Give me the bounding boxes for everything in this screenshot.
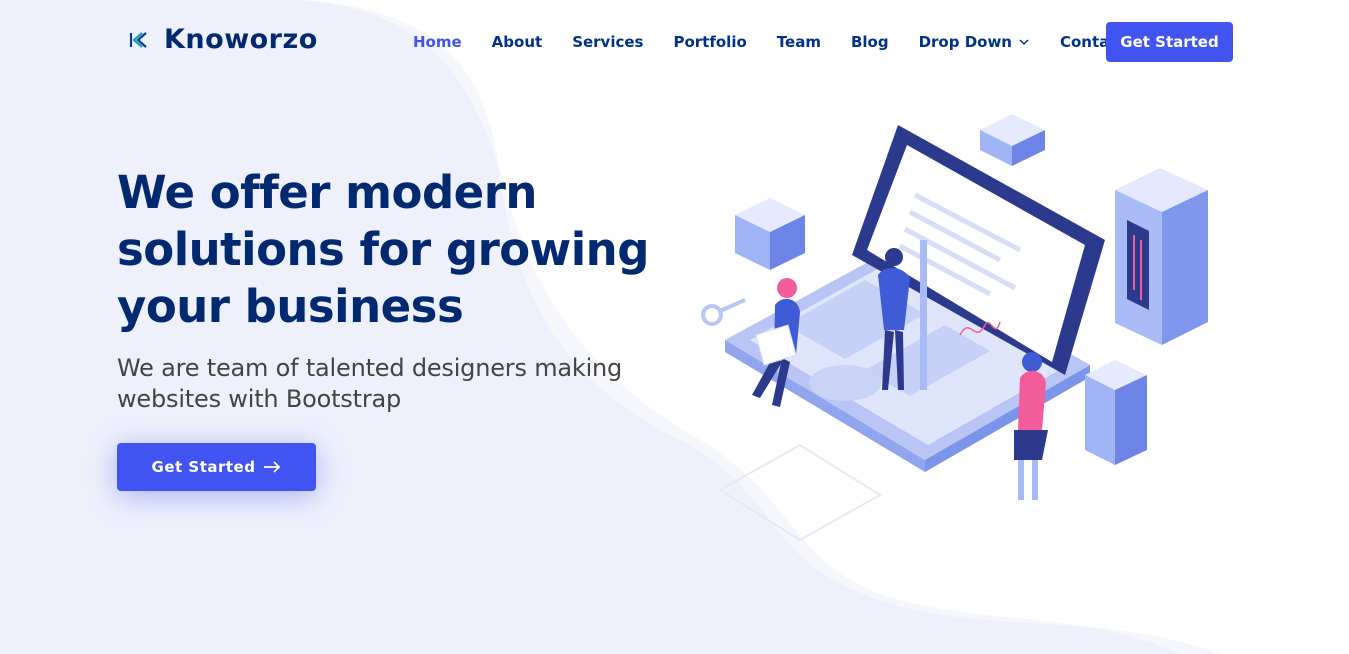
get-started-hero-label: Get Started xyxy=(151,458,256,476)
arrow-right-icon xyxy=(264,461,281,473)
brand-name: Knoworzo xyxy=(164,24,318,55)
nav-item-home[interactable]: Home xyxy=(413,33,462,51)
nav-item-blog[interactable]: Blog xyxy=(851,33,889,51)
get-started-nav-button[interactable]: Get Started xyxy=(1106,22,1233,62)
hero-title: We offer modern solutions for growing yo… xyxy=(117,166,649,333)
logo-icon xyxy=(129,31,147,48)
get-started-hero-button[interactable]: Get Started xyxy=(117,443,316,491)
hero-illustration xyxy=(701,114,1208,542)
nav-item-dropdown[interactable]: Drop Down xyxy=(919,33,1030,51)
nav-item-dropdown-label: Drop Down xyxy=(918,33,1012,51)
brand-logo[interactable]: Knoworzo xyxy=(128,24,318,55)
nav-item-portfolio[interactable]: Portfolio xyxy=(673,33,746,51)
site-header: Knoworzo Home About Services Portfolio T… xyxy=(0,0,1349,84)
nav-item-services[interactable]: Services xyxy=(572,33,643,51)
chevron-down-icon xyxy=(1019,39,1029,45)
nav-item-team[interactable]: Team xyxy=(777,33,821,51)
hero-subtitle: We are team of talented designers making… xyxy=(117,354,623,413)
nav-item-about[interactable]: About xyxy=(492,33,543,51)
main-nav: Home About Services Portfolio Team Blog … xyxy=(413,22,1125,62)
hero-section: We offer modern solutions for growing yo… xyxy=(117,164,677,415)
